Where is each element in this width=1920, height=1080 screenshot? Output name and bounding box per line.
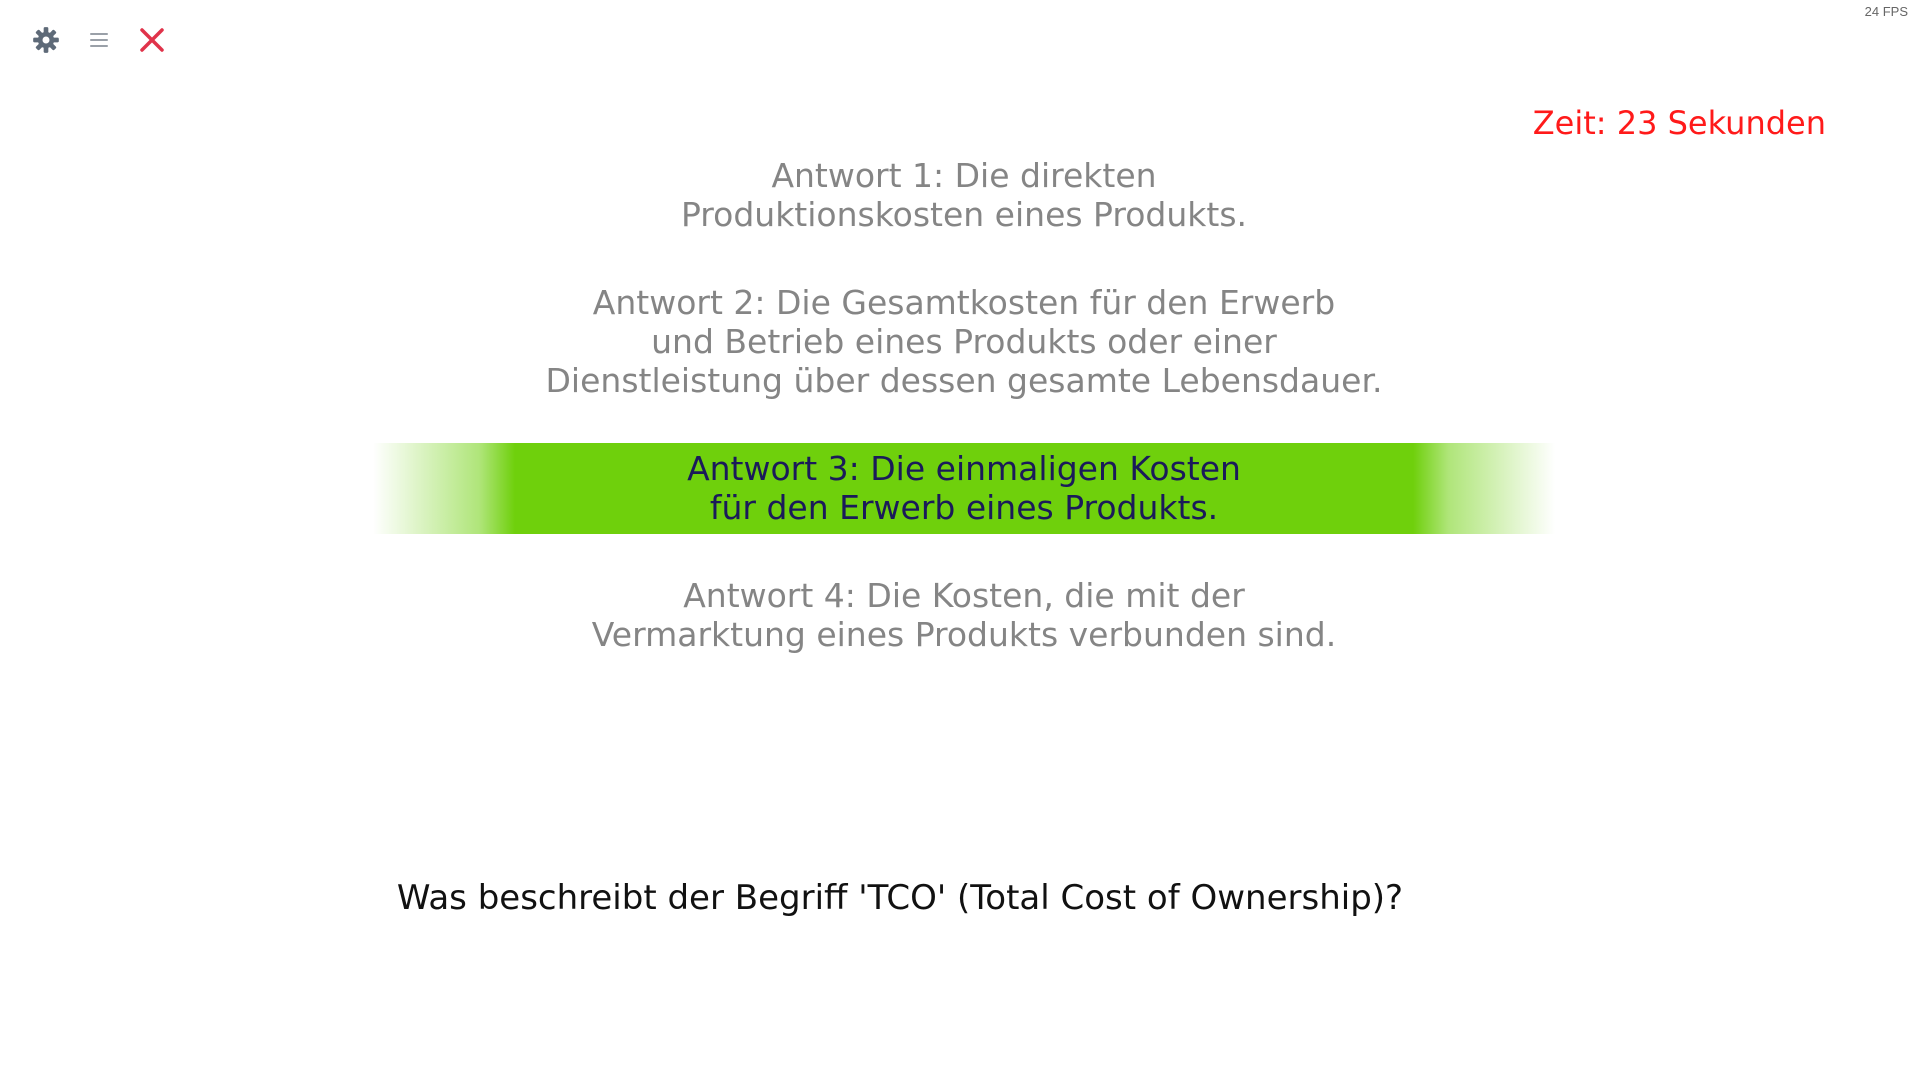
answer-text-line: für den Erwerb eines Produkts. xyxy=(709,488,1219,527)
fps-counter: 24 FPS xyxy=(1864,4,1908,19)
answer-text-line: Vermarktung eines Produkts verbunden sin… xyxy=(591,615,1337,654)
menu-button[interactable] xyxy=(79,20,119,60)
menu-icon xyxy=(89,31,109,49)
answer-text-line: Dienstleistung über dessen gesamte Leben… xyxy=(545,361,1383,400)
settings-button[interactable] xyxy=(26,20,66,60)
gear-icon xyxy=(32,26,60,54)
timer-label: Zeit: 23 Sekunden xyxy=(1532,104,1826,142)
answer-text-line: Antwort 4: Die Kosten, die mit der xyxy=(683,576,1245,615)
answer-option-2[interactable]: Antwort 2: Die Gesamtkosten für den Erwe… xyxy=(373,283,1555,400)
close-button[interactable] xyxy=(132,20,172,60)
answer-text-line: Antwort 1: Die direkten xyxy=(771,156,1157,195)
question-text: Was beschreibt der Begriff 'TCO' (Total … xyxy=(396,878,1404,918)
close-icon xyxy=(138,26,166,54)
answer-text-line: Produktionskosten eines Produkts. xyxy=(680,195,1247,234)
answer-text-line: Antwort 2: Die Gesamtkosten für den Erwe… xyxy=(592,283,1336,322)
answer-option-1[interactable]: Antwort 1: Die direkten Produktionskoste… xyxy=(373,156,1555,234)
answer-text-line: und Betrieb eines Produkts oder einer xyxy=(651,322,1277,361)
answer-list: Antwort 1: Die direkten Produktionskoste… xyxy=(373,156,1555,654)
answer-option-3-selected[interactable]: Antwort 3: Die einmaligen Kosten für den… xyxy=(373,443,1555,534)
answer-option-4[interactable]: Antwort 4: Die Kosten, die mit der Verma… xyxy=(373,576,1555,654)
toolbar xyxy=(26,20,185,60)
quiz-screen: 24 FPS Zeit: 23 Sekunden Antwort 1: Die … xyxy=(0,0,1920,1080)
answer-text-line: Antwort 3: Die einmaligen Kosten xyxy=(687,449,1241,488)
